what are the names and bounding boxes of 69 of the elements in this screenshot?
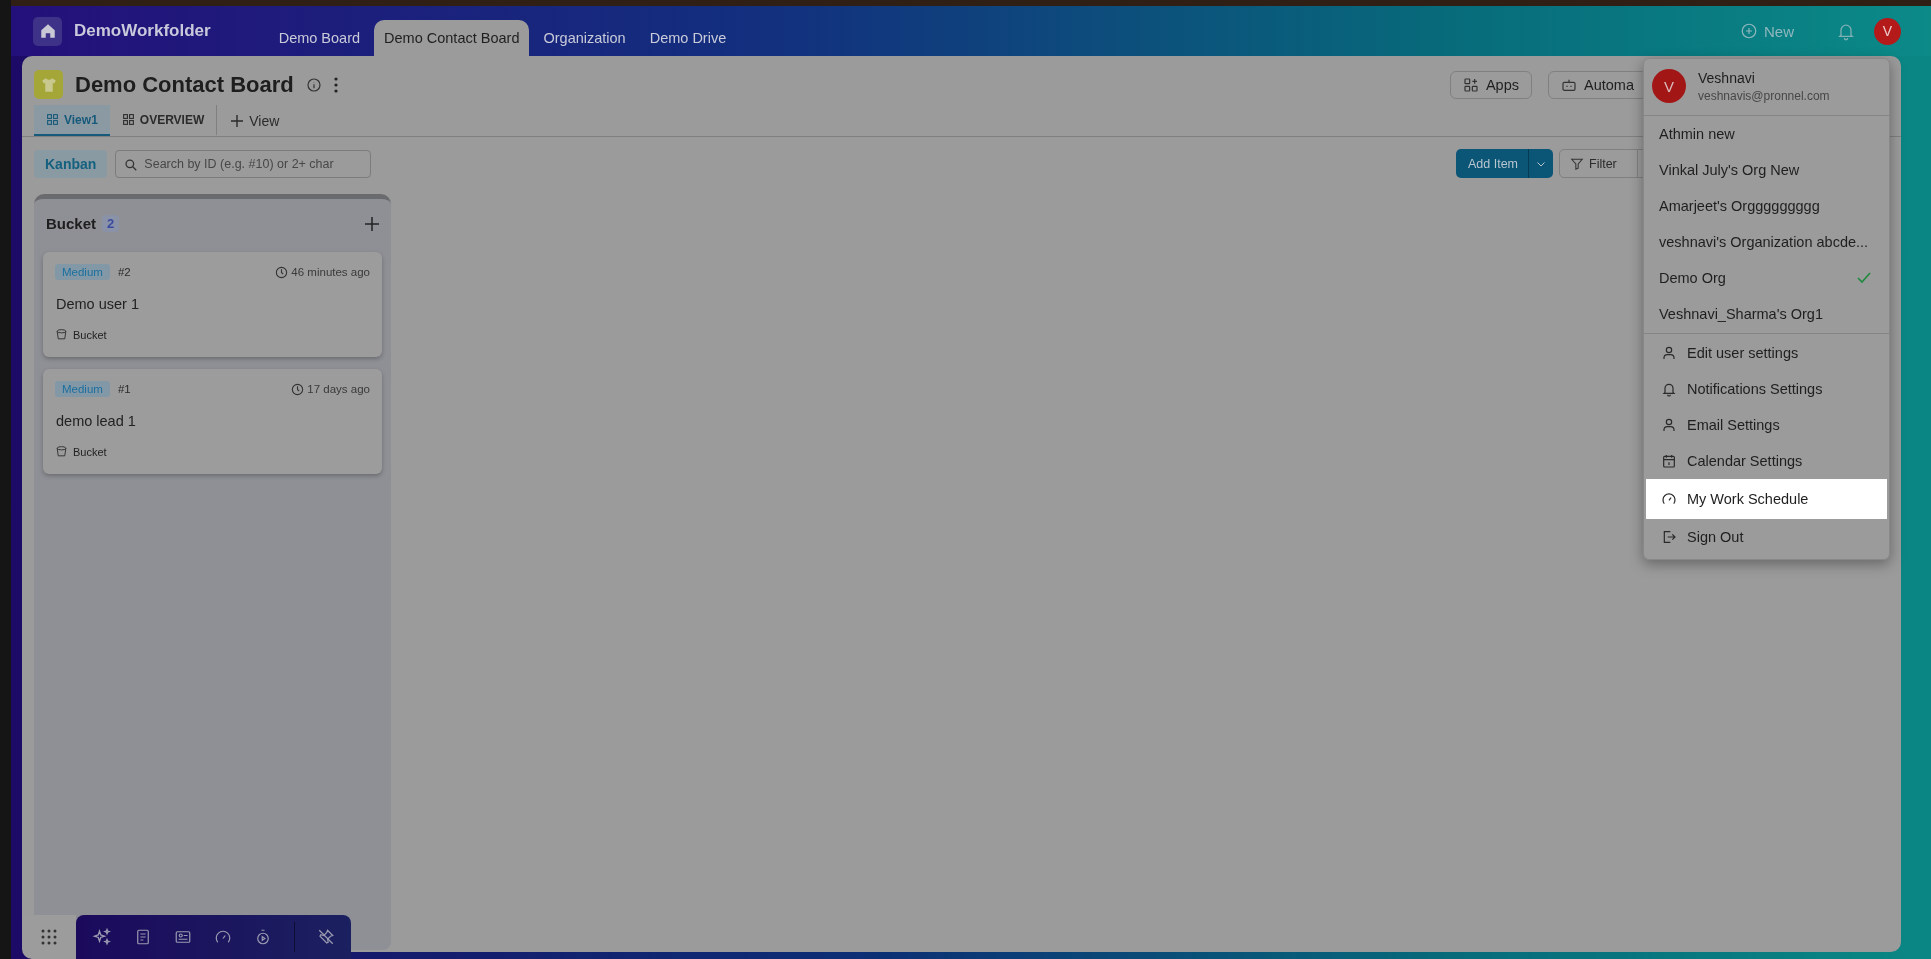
user-avatar[interactable]: V — [1874, 17, 1901, 45]
sparkles-icon[interactable] — [92, 927, 112, 947]
apps-grid-button[interactable] — [22, 915, 76, 959]
timer-icon[interactable] — [254, 928, 272, 946]
item-card[interactable]: Medium #2 46 minutes ago Demo user 1 Bucket — [43, 252, 382, 357]
board-tab[interactable]: Demo Board — [268, 20, 371, 56]
user-avatar: V — [1652, 69, 1686, 103]
sign-out-icon — [1661, 529, 1677, 545]
user-email: veshnavis@pronnel.com — [1698, 88, 1830, 103]
menu-item[interactable]: Email Settings — [1646, 407, 1887, 443]
item-time: 17 days ago — [307, 383, 370, 395]
more-options-icon[interactable] — [333, 76, 338, 93]
plus-circle-icon — [1740, 22, 1758, 40]
app-name: DemoWorkfolder — [74, 21, 211, 41]
info-icon[interactable] — [305, 76, 322, 93]
user-name: Veshnavi — [1698, 69, 1756, 86]
shirt-icon — [34, 70, 63, 99]
action-button[interactable]: Apps — [1449, 70, 1532, 99]
item-time: 46 minutes ago — [291, 266, 370, 278]
bucket-icon — [55, 445, 68, 458]
menu-item[interactable]: Notifications Settings — [1646, 371, 1887, 407]
column-title: Bucket — [46, 215, 97, 232]
dots-grid-icon — [41, 929, 57, 945]
grid-icon — [46, 113, 59, 126]
board-tab[interactable]: Demo Drive — [639, 20, 737, 56]
clock-icon — [275, 265, 289, 279]
menu-item[interactable]: Edit user settings — [1646, 335, 1887, 371]
item-card[interactable]: Medium #1 17 days ago demo lead 1 Bucket — [43, 369, 382, 474]
item-title: Demo user 1 — [55, 296, 140, 312]
board-tab[interactable]: Demo Contact Board — [374, 20, 530, 56]
item-group: Bucket — [73, 445, 107, 458]
organization-item[interactable]: Amarjeet's Orggggggggg — [1644, 188, 1889, 224]
add-icon[interactable] — [365, 216, 379, 231]
bell-icon — [1661, 381, 1677, 397]
item-title: demo lead 1 — [55, 413, 137, 429]
grid-icon — [121, 113, 135, 126]
plus-icon — [231, 114, 244, 127]
board-title: Demo Contact Board — [75, 71, 294, 98]
clock-icon — [291, 382, 305, 396]
organization-item[interactable]: Demo Org — [1644, 260, 1889, 296]
apps-icon — [1462, 76, 1479, 93]
board-tab[interactable]: Organization — [533, 20, 636, 56]
organization-item[interactable]: Athmin new — [1644, 116, 1889, 152]
organization-item[interactable]: Veshnavi_Sharma's Org1 — [1644, 296, 1889, 332]
add-item-button[interactable]: Add Item — [1455, 149, 1553, 178]
organization-item[interactable]: veshnavi's Organization abcde... — [1644, 224, 1889, 260]
menu-item[interactable]: Calendar Settings — [1646, 443, 1887, 479]
person-icon — [1661, 417, 1677, 433]
search-field[interactable]: Search by ID (e.g. #10) or 2+ char — [115, 149, 372, 178]
menu-item[interactable]: My Work Schedule — [1646, 479, 1887, 519]
calendar-icon — [1661, 453, 1677, 469]
bucket-icon — [55, 328, 68, 341]
priority-tag: Medium — [55, 264, 110, 280]
person-icon — [1661, 345, 1677, 361]
home-icon[interactable] — [33, 16, 62, 46]
search-icon — [124, 157, 139, 172]
add-view-button[interactable]: View — [217, 105, 294, 136]
document-icon[interactable] — [134, 928, 152, 946]
filter-icon — [1570, 156, 1584, 171]
item-id: #1 — [117, 383, 131, 395]
gauge-icon — [1661, 491, 1677, 507]
menu-item[interactable]: Sign Out — [1646, 519, 1887, 555]
view-tab[interactable]: OVERVIEW — [109, 105, 218, 136]
priority-tag: Medium — [55, 381, 110, 397]
item-group: Bucket — [73, 328, 107, 341]
unpin-icon[interactable] — [317, 928, 335, 946]
id-card-icon[interactable] — [174, 928, 192, 946]
item-count: 2 — [102, 215, 120, 232]
item-id: #2 — [117, 266, 131, 278]
